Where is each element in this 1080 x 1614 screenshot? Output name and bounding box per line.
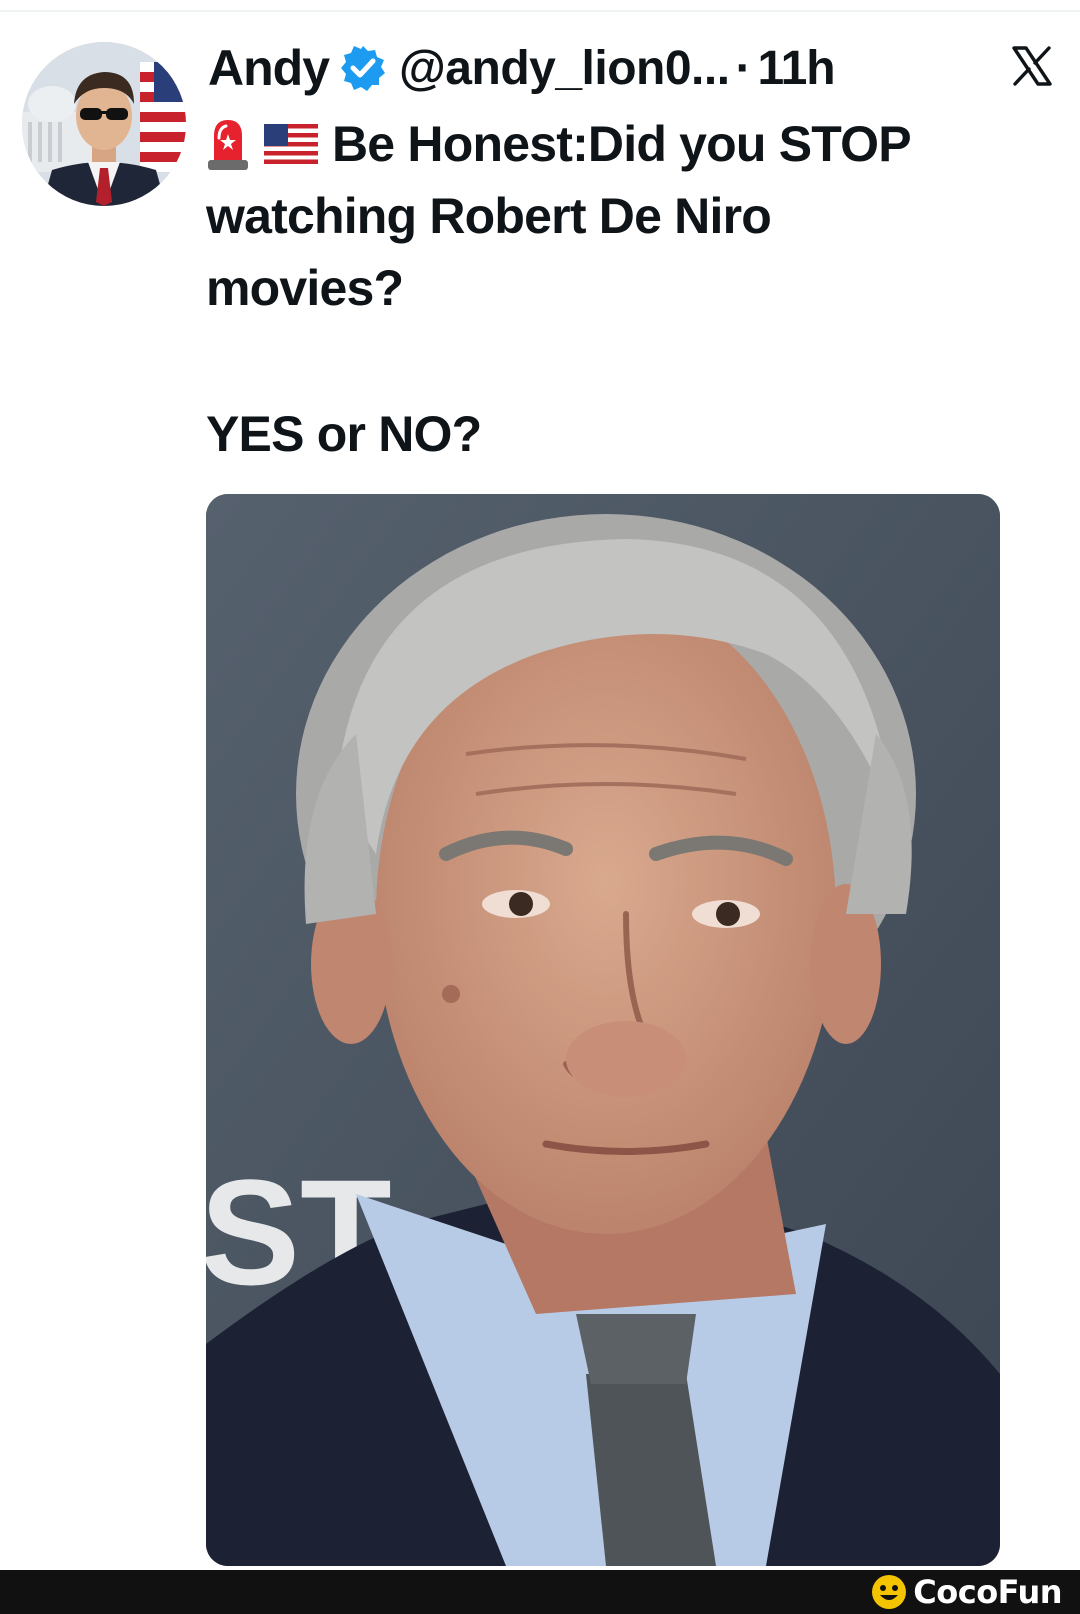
x-logo-icon[interactable] <box>1010 44 1054 88</box>
top-divider <box>0 10 1080 12</box>
cocofun-smiley-icon <box>872 1575 907 1609</box>
police-siren-icon <box>208 119 248 170</box>
tweet-header: Andy @andy_lion0... · 11h <box>208 38 836 98</box>
tweet-timestamp[interactable]: 11h <box>758 41 836 96</box>
author-handle[interactable]: @andy_lion0... <box>399 41 730 96</box>
tweet-text-line-2: watching Robert De Niro <box>206 188 772 244</box>
cocofun-brand-text: CocoFun <box>913 1573 1062 1611</box>
tweet-text-line-1: Be Honest:Did you STOP <box>206 108 1026 180</box>
separator-dot: · <box>735 41 752 95</box>
portrait-photo: ST <box>206 494 1000 1566</box>
author-avatar[interactable] <box>22 42 186 206</box>
watermark-bar: CocoFun <box>0 1570 1080 1614</box>
us-flag-icon <box>264 123 318 164</box>
tweet-question: YES or NO? <box>206 406 482 462</box>
tweet-text-line-1-text: Be Honest:Did you STOP <box>332 116 912 172</box>
cocofun-watermark: CocoFun <box>871 1572 1062 1612</box>
verified-badge-icon <box>341 46 385 91</box>
tweet-text-line-3: movies? <box>206 260 404 316</box>
avatar-icon <box>22 42 186 206</box>
author-display-name[interactable]: Andy <box>208 39 330 97</box>
tweet-media-photo[interactable]: ST <box>206 494 1000 1566</box>
tweet-text: Be Honest:Did you STOP watching Robert D… <box>206 108 1026 324</box>
